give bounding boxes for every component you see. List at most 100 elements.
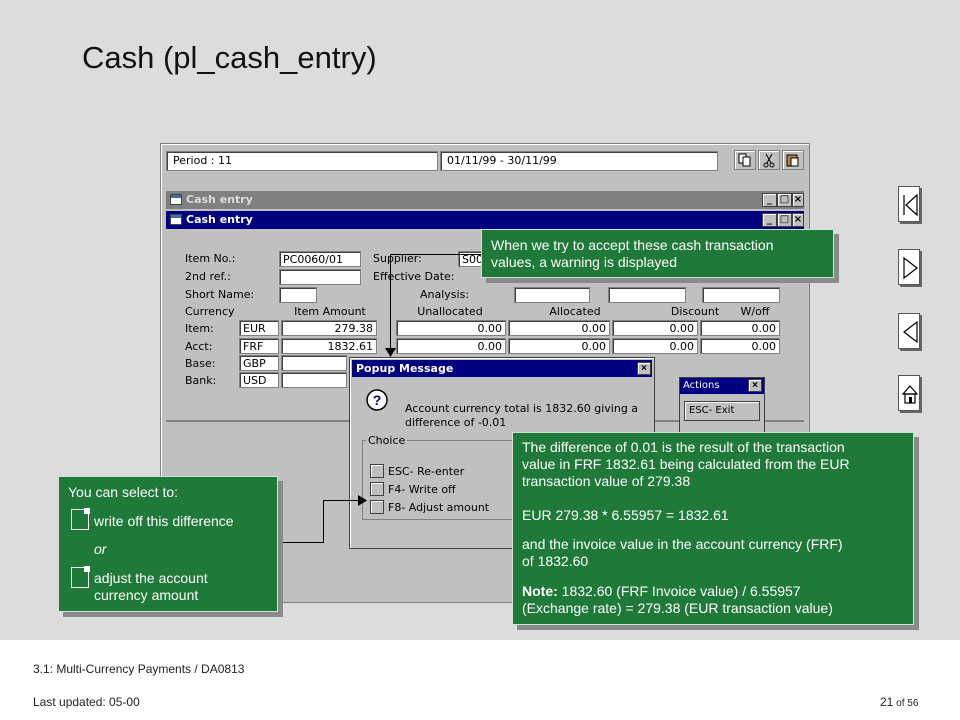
connector-line [323, 500, 324, 543]
choice-label: Choice [366, 434, 408, 447]
second-ref-label: 2nd ref.: [185, 270, 231, 283]
document-icon [71, 508, 90, 530]
popup-close-button[interactable]: × [637, 362, 651, 375]
base-currency-field[interactable]: GBP [239, 355, 279, 371]
paste-icon [786, 154, 799, 167]
callout-text: EUR 279.38 * 6.55957 = 1832.61 [522, 507, 729, 523]
maximize-button[interactable]: □ [777, 193, 792, 207]
analysis-field-1[interactable] [514, 287, 590, 303]
writeoff-option-button[interactable] [370, 482, 384, 496]
reenter-option-button[interactable] [370, 464, 384, 478]
callout-text: value in FRF 1832.61 being calculated fr… [522, 456, 850, 472]
bank-currency-field[interactable]: USD [239, 372, 279, 388]
period-field: Period : 11 [166, 151, 438, 171]
acct-unallocated-field[interactable]: 0.00 [396, 338, 506, 354]
item-no-field[interactable]: PC0060/01 [279, 251, 361, 267]
window-icon [170, 214, 182, 225]
popup-message-line1: Account currency total is 1832.60 giving… [405, 402, 639, 415]
cash-entry-window-titlebar: Cash entry _ □ × [166, 211, 804, 229]
item-allocated-field[interactable]: 0.00 [508, 320, 610, 336]
actions-close-button[interactable]: × [748, 379, 762, 392]
esc-exit-button[interactable]: ESC- Exit [684, 401, 760, 421]
window-icon [170, 194, 182, 205]
connector-line [323, 500, 363, 501]
close-button[interactable]: × [792, 193, 804, 207]
acct-amount-field[interactable]: 1832.61 [281, 338, 377, 354]
callout-text: currency amount [94, 587, 199, 603]
analysis-field-2[interactable] [608, 287, 686, 303]
callout-text: of 1832.60 [522, 553, 589, 569]
maximize-button[interactable]: □ [777, 213, 792, 227]
callout-text: 1832.60 (FRF Invoice value) / 6.55957 [557, 583, 801, 599]
footer-course: 3.1: Multi-Currency Payments / DA0813 [33, 662, 245, 676]
footer-updated: Last updated: 05-00 [33, 695, 140, 709]
svg-text:?: ? [373, 392, 382, 408]
copy-icon [738, 153, 751, 167]
acct-allocated-field[interactable]: 0.00 [508, 338, 610, 354]
scissors-icon [763, 153, 775, 168]
allocated-header: Allocated [549, 305, 601, 318]
writeoff-option-label: F4- Write off [388, 483, 456, 496]
item-no-label: Item No.: [185, 252, 236, 265]
bank-amount-field[interactable] [281, 372, 347, 388]
callout-text: adjust the account [94, 570, 208, 586]
copy-button[interactable] [734, 150, 756, 170]
cut-button[interactable] [758, 150, 780, 170]
note-label: Note: [522, 583, 558, 599]
callout-text: values, a warning is displayed [491, 254, 677, 270]
warning-callout: When we try to accept these cash transac… [481, 229, 834, 278]
callout-text: or [94, 541, 107, 557]
home-button[interactable] [898, 375, 920, 411]
item-unallocated-field[interactable]: 0.00 [396, 320, 506, 336]
acct-discount-field[interactable]: 0.00 [612, 338, 698, 354]
connector-line [390, 254, 482, 255]
item-discount-field[interactable]: 0.00 [612, 320, 698, 336]
first-slide-button[interactable] [898, 186, 920, 222]
item-woff-field[interactable]: 0.00 [700, 320, 780, 336]
arrow-right-icon [358, 495, 367, 506]
minimize-button[interactable]: _ [762, 213, 777, 227]
acct-woff-field[interactable]: 0.00 [700, 338, 780, 354]
callout-text: When we try to accept these cash transac… [491, 237, 774, 253]
row-label-item: Item: [185, 322, 214, 335]
analysis-label: Analysis: [420, 288, 470, 301]
slide-footer [0, 640, 960, 720]
next-slide-button[interactable] [898, 249, 920, 285]
connector-line [390, 254, 391, 354]
options-callout: You can select to: write off this differ… [58, 476, 278, 612]
minimize-button[interactable]: _ [762, 193, 777, 207]
currency-header: Currency [185, 305, 235, 318]
close-button[interactable]: × [792, 213, 804, 227]
callout-text: and the invoice value in the account cur… [522, 536, 843, 552]
second-ref-field[interactable] [279, 269, 361, 285]
acct-currency-field[interactable]: FRF [239, 338, 279, 354]
row-label-base: Base: [185, 357, 216, 370]
play-left-icon [903, 320, 918, 344]
reenter-option-label: ESC- Re-enter [388, 465, 465, 478]
adjust-amount-option-button[interactable] [370, 500, 384, 514]
document-icon [71, 566, 90, 588]
arrow-down-icon [385, 348, 396, 357]
short-name-label: Short Name: [185, 288, 255, 301]
cash-entry-window-back-titlebar: Cash entry _ □ × [166, 191, 804, 209]
adjust-amount-option-label: F8- Adjust amount [388, 501, 490, 514]
item-currency-field[interactable]: EUR [239, 320, 279, 336]
question-icon: ? [365, 388, 389, 412]
woff-header: W/off [740, 305, 770, 318]
footer-page-number: 21 of 56 [880, 695, 918, 709]
paste-button[interactable] [782, 150, 804, 170]
item-amount-field[interactable]: 279.38 [281, 320, 377, 336]
row-label-bank: Bank: [185, 374, 217, 387]
callout-text: (Exchange rate) = 279.38 (EUR transactio… [522, 600, 833, 616]
callout-text: transaction value of 279.38 [522, 473, 691, 489]
popup-titlebar: Popup Message [352, 360, 652, 377]
skip-to-start-icon [903, 193, 918, 217]
item-amount-header: Item Amount [294, 305, 366, 318]
play-right-icon [903, 256, 918, 280]
row-label-acct: Acct: [185, 340, 213, 353]
previous-slide-button[interactable] [898, 313, 920, 349]
base-amount-field[interactable] [281, 355, 347, 371]
short-name-field[interactable] [279, 287, 317, 303]
callout-text: You can select to: [68, 484, 179, 500]
analysis-field-3[interactable] [702, 287, 780, 303]
